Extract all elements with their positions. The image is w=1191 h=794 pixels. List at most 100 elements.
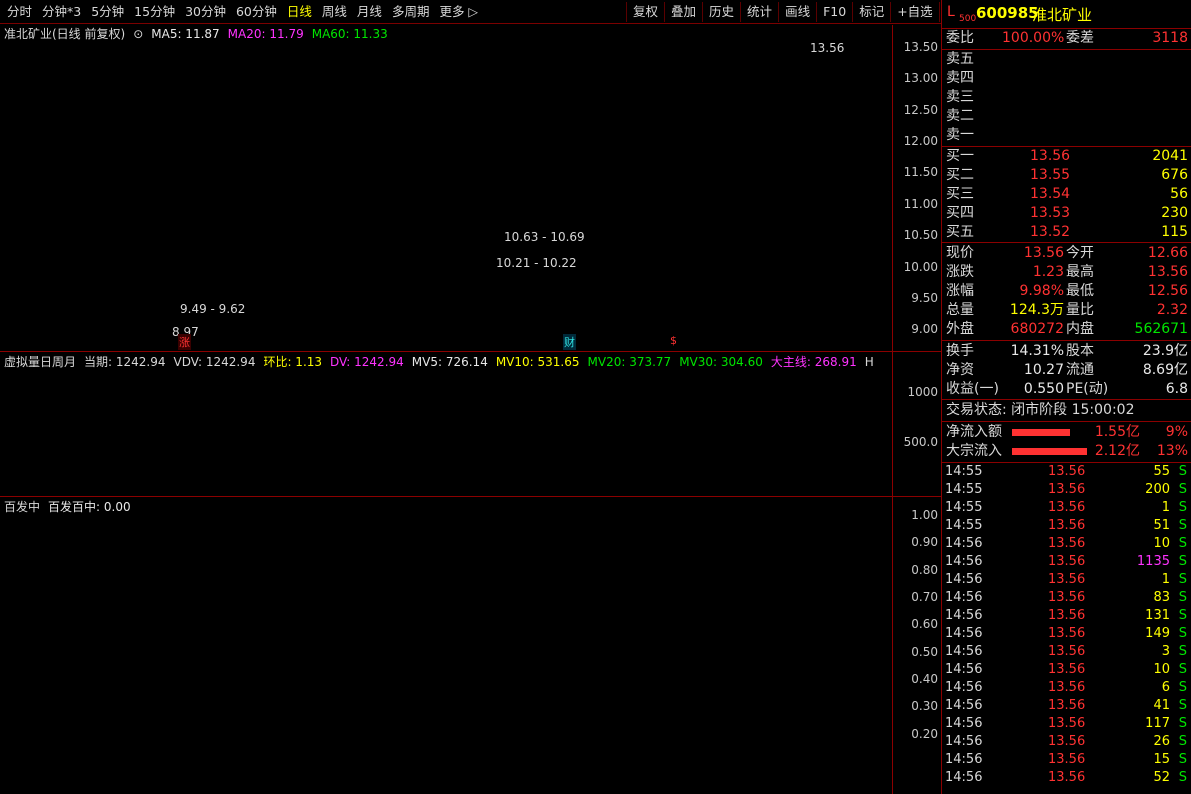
tool-button[interactable]: 统计 xyxy=(740,2,778,22)
divider xyxy=(942,421,1191,422)
period-tab[interactable]: 分钟*3 xyxy=(37,3,86,21)
tool-button[interactable]: 复权 xyxy=(626,2,664,22)
period-tab[interactable]: 日线 xyxy=(282,3,317,21)
stat-label: 总量 xyxy=(946,302,974,318)
tick-price: 13.56 xyxy=(1048,770,1086,785)
period-tab[interactable]: 30分钟 xyxy=(180,3,231,21)
tick-row: 14:56 13.56 52 S xyxy=(942,769,1191,787)
buys-level[interactable]: 买四 13.53 230 xyxy=(942,204,1191,223)
axis-tick-label: 9.50 xyxy=(911,291,938,305)
period-tab[interactable]: 15分钟 xyxy=(129,3,180,21)
stat-label: 现价 xyxy=(946,245,974,261)
trade-state: 交易状态: 闭市阶段 15:00:02 xyxy=(946,402,1135,418)
tick-time: 14:56 xyxy=(945,716,983,731)
tick-volume: 55 xyxy=(1153,464,1170,479)
tick-volume: 149 xyxy=(1145,626,1170,641)
buys-level[interactable]: 买五 13.52 115 xyxy=(942,223,1191,242)
tick-volume: 117 xyxy=(1145,716,1170,731)
sells-level[interactable]: 卖一 xyxy=(942,126,1191,145)
tick-time: 14:56 xyxy=(945,662,983,677)
period-tab[interactable]: 月线 xyxy=(352,3,387,21)
stat-value: 13.56 xyxy=(1023,245,1064,261)
buys-level[interactable]: 买三 13.54 56 xyxy=(942,185,1191,204)
tick-price: 13.56 xyxy=(1048,572,1086,587)
tick-row: 14:56 13.56 1135 S xyxy=(942,553,1191,571)
stat-label: 量比 xyxy=(1066,302,1094,318)
tick-price: 13.56 xyxy=(1048,500,1086,515)
stat-label: 外盘 xyxy=(946,321,974,337)
buys-volume: 115 xyxy=(1161,224,1188,240)
tick-side: S xyxy=(1178,698,1187,713)
kline-title: 准北矿业(日线 前复权) xyxy=(4,27,126,41)
sells-level[interactable]: 卖四 xyxy=(942,69,1191,88)
tick-row: 14:55 13.56 200 S xyxy=(942,481,1191,499)
sells-label: 卖五 xyxy=(946,51,974,67)
tick-row: 14:55 13.56 1 S xyxy=(942,499,1191,517)
volume-header: 虚拟量日周月 当期: 1242.94 VDV: 1242.94 环比: 1.13… xyxy=(4,353,882,371)
marker-cai: 财 xyxy=(563,334,576,350)
tick-price: 13.56 xyxy=(1048,644,1086,659)
volume-huanbi: 环比: 1.13 xyxy=(263,355,323,369)
sells-level[interactable]: 卖二 xyxy=(942,107,1191,126)
tool-button[interactable]: 历史 xyxy=(702,2,740,22)
tool-button[interactable]: F10 xyxy=(816,2,852,22)
stat-label: PE(动) xyxy=(1066,381,1109,397)
tick-side: S xyxy=(1178,482,1187,497)
sells-level[interactable]: 卖三 xyxy=(942,88,1191,107)
stat-label: 股本 xyxy=(1066,343,1094,359)
stat-value: 8.69亿 xyxy=(1142,362,1188,378)
period-tab[interactable]: 60分钟 xyxy=(231,3,282,21)
tick-row: 14:56 13.56 3 S xyxy=(942,643,1191,661)
tick-side: S xyxy=(1178,536,1187,551)
tick-side: S xyxy=(1178,734,1187,749)
sells-level[interactable]: 卖五 xyxy=(942,50,1191,69)
tick-row: 14:56 13.56 131 S xyxy=(942,607,1191,625)
period-tab[interactable]: 多周期 xyxy=(387,3,435,21)
period-tab[interactable]: 5分钟 xyxy=(86,3,129,21)
stock-name: 淮北矿业 xyxy=(1032,6,1093,24)
stock-code: 600985 xyxy=(976,4,1039,22)
axis-tick-label: 10.50 xyxy=(903,228,938,242)
divider xyxy=(942,242,1191,243)
flow-value: 2.12亿 xyxy=(1094,443,1140,459)
stat-value: 124.3万 xyxy=(1009,302,1064,318)
stat-value: 6.8 xyxy=(1165,381,1188,397)
bfz-title: 百发中 xyxy=(4,500,41,514)
settings-icon[interactable]: ⊙ xyxy=(133,25,143,43)
stat-label: 流通 xyxy=(1066,362,1094,378)
axis-tick-label: 13.50 xyxy=(903,40,938,54)
buys-price: 13.55 xyxy=(1030,167,1071,183)
tick-side: S xyxy=(1178,464,1187,479)
tick-time: 14:56 xyxy=(945,608,983,623)
tick-side: S xyxy=(1178,518,1187,533)
tick-time: 14:55 xyxy=(945,500,983,515)
tick-side: S xyxy=(1178,608,1187,623)
buys-volume: 2041 xyxy=(1152,148,1188,164)
flow-row: 大宗流入 2.12亿 13% xyxy=(942,442,1191,461)
buys-level[interactable]: 买二 13.55 676 xyxy=(942,166,1191,185)
period-tab[interactable]: 周线 xyxy=(317,3,352,21)
index-badge: 500 xyxy=(959,14,977,24)
tool-button[interactable]: 叠加 xyxy=(664,2,702,22)
buys-volume: 230 xyxy=(1161,205,1188,221)
stat-value: 0.550 xyxy=(1023,381,1064,397)
tick-time: 14:55 xyxy=(945,482,983,497)
tick-volume: 10 xyxy=(1153,536,1170,551)
tool-buttons: 复权叠加历史统计画线F10标记+自选返回 xyxy=(626,2,977,22)
tick-time: 14:55 xyxy=(945,464,983,479)
flow-row: 净流入额 1.55亿 9% xyxy=(942,423,1191,442)
axis-tick-label: 12.50 xyxy=(903,103,938,117)
sells-label: 卖二 xyxy=(946,108,974,124)
tool-button[interactable]: 标记 xyxy=(852,2,890,22)
annot-high: 13.56 xyxy=(810,41,845,55)
axis-tick-label: 0.80 xyxy=(911,563,938,577)
period-tab[interactable]: 更多 ▷ xyxy=(434,3,483,21)
period-tab[interactable]: 分时 xyxy=(2,3,37,21)
tick-time: 14:56 xyxy=(945,554,983,569)
tool-button[interactable]: 画线 xyxy=(778,2,816,22)
stat-label: 净资 xyxy=(946,362,974,378)
tick-time: 14:55 xyxy=(945,518,983,533)
tool-button[interactable]: +自选 xyxy=(890,2,938,22)
buys-level[interactable]: 买一 13.56 2041 xyxy=(942,147,1191,166)
tick-volume: 26 xyxy=(1153,734,1170,749)
